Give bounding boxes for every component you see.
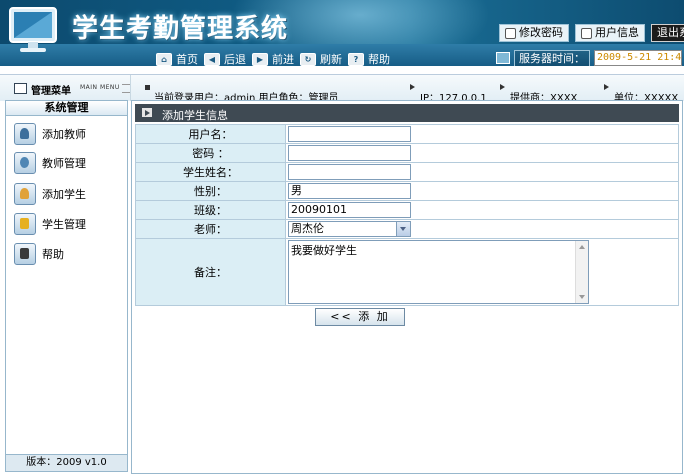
current-user: 当前登录用户：admin 用户角色：管理员 — [145, 82, 339, 104]
chevron-down-icon[interactable] — [396, 222, 410, 236]
student-name-label: 学生姓名： — [135, 162, 286, 182]
gender-input[interactable]: 男 — [288, 183, 411, 199]
remark-text: 我要做好学生 — [291, 244, 357, 257]
sidebar-item-student-manage[interactable]: 学生管理 — [14, 213, 86, 235]
help-icon — [14, 243, 36, 265]
sidebar: 系统管理 添加教师 教师管理 添加学生 学生管理 帮助 版本：2009 v1.0 — [5, 100, 128, 472]
bullet-square-icon — [145, 84, 150, 90]
unit-info: 单位：XXXXX — [604, 82, 678, 104]
nav-refresh[interactable]: ↻ 刷新 — [300, 51, 342, 66]
class-input[interactable]: 20090101 — [288, 202, 411, 218]
bullet-arrow-icon — [604, 84, 609, 90]
panel-header: 添加学生信息 — [135, 104, 679, 122]
remark-textarea[interactable]: 我要做好学生 — [288, 240, 589, 304]
menu-header: 管理菜单 MAIN MENU — [0, 75, 131, 101]
menu-title: 管理菜单 — [31, 86, 71, 97]
sidebar-item-label: 添加学生 — [42, 188, 86, 201]
menu-icon — [14, 83, 27, 94]
add-student-icon — [14, 183, 36, 205]
teacher-manage-icon — [14, 152, 36, 174]
logout-label: 退出系统 — [657, 26, 684, 39]
nav-back-label: 后退 — [224, 53, 246, 66]
scroll-down-icon — [579, 295, 585, 299]
user-icon — [581, 27, 592, 39]
username-label: 用户名： — [135, 124, 286, 144]
password-label: 密码 ： — [135, 143, 286, 163]
app-header: 学生考勤管理系统 修改密码 用户信息 退出系统 ⌂ 首页 ◀ 后退 ▶ 前进 ↻… — [0, 0, 684, 66]
nav-help-label: 帮助 — [368, 53, 390, 66]
home-icon: ⌂ — [156, 52, 172, 66]
student-name-input[interactable] — [288, 164, 411, 180]
add-teacher-icon — [14, 123, 36, 145]
menu-collapse-icon[interactable] — [122, 84, 130, 93]
password-input[interactable] — [288, 145, 411, 161]
nav-forward[interactable]: ▶ 前进 — [252, 51, 294, 66]
system-title: 学生考勤管理系统 — [72, 14, 289, 44]
forward-icon: ▶ — [252, 52, 268, 66]
play-arrow-icon — [142, 108, 152, 117]
main-content: 添加学生信息 用户名： 密码 ： 学生姓名： 性别： 男 班级： 2009010… — [131, 100, 683, 474]
change-password-label: 修改密码 — [519, 26, 563, 39]
nav-back[interactable]: ◀ 后退 — [204, 51, 246, 66]
nav-forward-label: 前进 — [272, 53, 294, 66]
sidebar-item-label: 教师管理 — [42, 157, 86, 170]
sidebar-section-title: 系统管理 — [6, 101, 127, 116]
version-label: 版本：2009 v1.0 — [6, 454, 127, 471]
bullet-arrow-icon — [410, 84, 415, 90]
change-password-button[interactable]: 修改密码 — [499, 24, 569, 42]
sidebar-item-add-teacher[interactable]: 添加教师 — [14, 123, 86, 145]
server-time: 服务器时间： 2009-5-21 21:44:4 — [496, 49, 682, 66]
remark-label: 备注： — [135, 238, 286, 306]
status-bar: 管理菜单 MAIN MENU 当前登录用户：admin 用户角色：管理员 IP：… — [0, 74, 684, 104]
user-info-label: 用户信息 — [595, 26, 639, 39]
textarea-scrollbar[interactable] — [575, 241, 588, 303]
back-icon: ◀ — [204, 52, 220, 66]
sidebar-item-teacher-manage[interactable]: 教师管理 — [14, 152, 86, 174]
server-time-value: 2009-5-21 21:44:4 — [594, 50, 682, 66]
sidebar-item-add-student[interactable]: 添加学生 — [14, 183, 86, 205]
menu-title-en: MAIN MENU — [80, 84, 120, 91]
ip-info: IP：127.0.0.1 — [410, 82, 487, 104]
nav-toolbar: ⌂ 首页 ◀ 后退 ▶ 前进 ↻ 刷新 ? 帮助 — [156, 51, 390, 66]
username-input[interactable] — [288, 126, 411, 142]
scroll-up-icon — [579, 245, 585, 249]
panel-title: 添加学生信息 — [162, 109, 228, 122]
user-info-button[interactable]: 用户信息 — [575, 24, 645, 42]
logout-button[interactable]: 退出系统 — [651, 24, 684, 42]
server-time-label: 服务器时间： — [514, 49, 590, 66]
nav-home-label: 首页 — [176, 53, 198, 66]
nav-home[interactable]: ⌂ 首页 — [156, 51, 198, 66]
sidebar-item-label: 帮助 — [42, 248, 64, 261]
nav-help[interactable]: ? 帮助 — [348, 51, 390, 66]
teacher-select-value: 周杰伦 — [291, 222, 324, 235]
student-manage-icon — [14, 213, 36, 235]
add-button[interactable]: << 添 加 — [315, 308, 405, 326]
refresh-icon: ↻ — [300, 52, 316, 66]
bullet-arrow-icon — [500, 84, 505, 90]
add-student-form: 用户名： 密码 ： 学生姓名： 性别： 男 班级： 20090101 老师： 周… — [135, 124, 679, 306]
gender-label: 性别： — [135, 181, 286, 201]
help-icon: ? — [348, 52, 364, 66]
top-links: 修改密码 用户信息 退出系统 — [499, 24, 684, 42]
edit-icon — [505, 27, 516, 39]
sidebar-item-help[interactable]: 帮助 — [14, 243, 64, 265]
provider-info: 提供商：XXXX — [500, 82, 577, 104]
monitor-logo-icon — [9, 7, 57, 52]
teacher-label: 老师： — [135, 219, 286, 239]
monitor-icon — [496, 52, 510, 64]
nav-refresh-label: 刷新 — [320, 53, 342, 66]
class-label: 班级： — [135, 200, 286, 220]
sidebar-item-label: 添加教师 — [42, 128, 86, 141]
teacher-select[interactable]: 周杰伦 — [288, 221, 411, 237]
sidebar-item-label: 学生管理 — [42, 218, 86, 231]
